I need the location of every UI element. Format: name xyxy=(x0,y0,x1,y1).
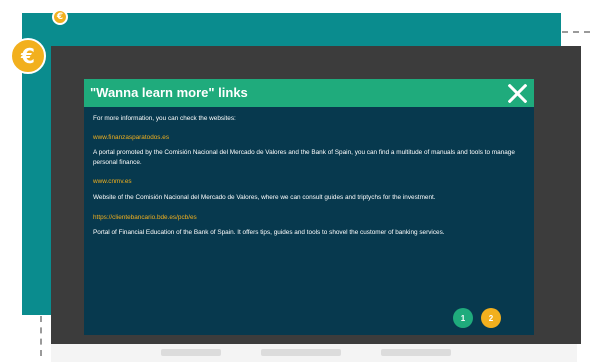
underlying-page xyxy=(51,344,577,362)
link-description: Website of the Comisión Nacional del Mer… xyxy=(93,193,436,201)
modal-title: "Wanna learn more" links xyxy=(90,85,248,100)
link-finanzasparatodos[interactable]: www.finanzasparatodos.es xyxy=(93,133,529,143)
euro-coin-icon: € xyxy=(52,9,68,25)
link-description: A portal promoted by the Comisión Nacion… xyxy=(93,149,515,166)
page-1-button[interactable]: 1 xyxy=(453,308,473,328)
links-modal: "Wanna learn more" links For more inform… xyxy=(84,79,534,335)
page-2-button[interactable]: 2 xyxy=(481,308,501,328)
link-cnmv[interactable]: www.cnmv.es xyxy=(93,177,529,187)
euro-coin-large-icon: € xyxy=(10,38,46,74)
intro-text: For more information, you can check the … xyxy=(93,115,236,122)
modal-header: "Wanna learn more" links xyxy=(84,79,534,107)
link-clientebancario[interactable]: https://clientebancario.bde.es/pcb/es xyxy=(93,213,529,223)
modal-body: For more information, you can check the … xyxy=(93,114,529,248)
dashed-divider xyxy=(562,31,590,33)
pagination: 1 2 xyxy=(453,308,501,328)
dashed-divider-vertical xyxy=(40,316,42,356)
close-icon[interactable] xyxy=(506,82,528,104)
link-description: Portal of Financial Education of the Ban… xyxy=(93,229,445,237)
